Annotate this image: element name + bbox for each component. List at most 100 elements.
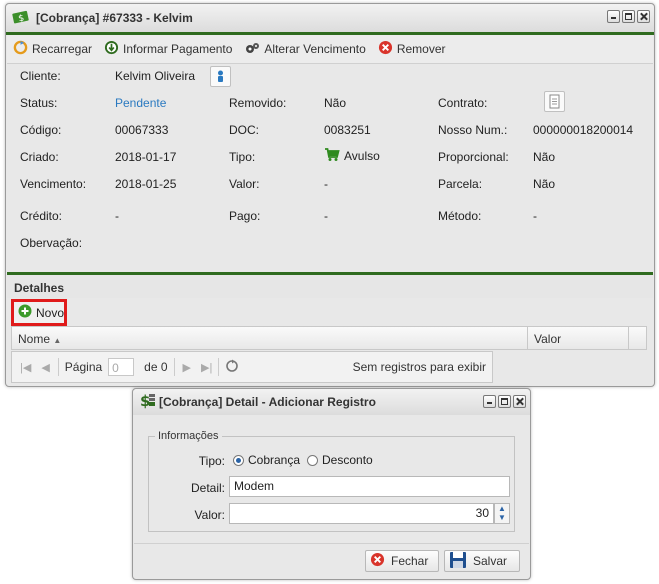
prev-page-icon[interactable]: ◀: [41, 361, 49, 374]
fechar-label: Fechar: [391, 554, 429, 568]
pago-label: Pago:: [229, 209, 261, 223]
document-icon[interactable]: [544, 91, 565, 112]
removido-value: Não: [324, 96, 347, 110]
money-icon: $: [12, 10, 30, 27]
proporcional-label: Proporcional:: [438, 150, 509, 164]
status-value[interactable]: Pendente: [115, 96, 166, 110]
cliente-label: Cliente:: [20, 69, 61, 83]
maximize-button[interactable]: [622, 10, 635, 23]
observacao-label: Obervação:: [20, 236, 83, 250]
page-label: Página: [64, 360, 103, 374]
dialog-maximize-button[interactable]: [498, 395, 511, 408]
parcela-value: Não: [533, 177, 556, 191]
spin-down-icon[interactable]: ▼: [498, 513, 506, 522]
vencimento-label: Vencimento:: [20, 177, 87, 191]
save-icon: [449, 551, 467, 572]
column-header-nome[interactable]: Nome ▲: [18, 327, 61, 349]
close-button[interactable]: [637, 10, 650, 23]
remove-label: Remover: [396, 42, 446, 56]
last-page-icon[interactable]: ▶|: [201, 361, 212, 374]
parcela-label: Parcela:: [438, 177, 483, 191]
salvar-label: Salvar: [473, 554, 508, 568]
radio-cobranca[interactable]: Cobrança: [233, 453, 300, 467]
next-page-icon[interactable]: ▶: [183, 361, 191, 374]
vencimento-value: 2018-01-25: [115, 177, 177, 191]
tipo-label: Tipo:: [229, 150, 256, 164]
inform-payment-label: Informar Pagamento: [123, 42, 233, 56]
credito-label: Crédito:: [20, 209, 63, 223]
reload-label: Recarregar: [32, 42, 93, 56]
dialog-close-button[interactable]: [513, 395, 526, 408]
inform-payment-button[interactable]: Informar Pagamento: [98, 40, 238, 58]
spin-up-icon[interactable]: ▲: [498, 504, 506, 513]
valor-value: -: [324, 177, 328, 191]
valor-label: Valor:: [194, 508, 225, 522]
pago-value: -: [324, 209, 328, 223]
column-header-valor[interactable]: Valor: [534, 327, 561, 349]
valor-input[interactable]: 30: [229, 503, 494, 524]
details-pager: |◀ ◀ Página 0 de 0 ▶ ▶| Sem registros pa…: [11, 351, 493, 383]
fechar-button[interactable]: Fechar: [365, 550, 439, 572]
reload-button[interactable]: Recarregar: [7, 40, 98, 58]
gears-icon: [244, 41, 260, 58]
valor-label: Valor:: [229, 177, 260, 191]
user-icon[interactable]: [210, 66, 231, 87]
page-number-input[interactable]: 0: [108, 358, 135, 376]
metodo-value: -: [533, 209, 537, 223]
metodo-label: Método:: [438, 209, 482, 223]
main-window-titlebar[interactable]: $ [Cobrança] #67333 - Kelvim: [6, 4, 654, 35]
doc-label: DOC:: [229, 123, 259, 137]
valor-spinner[interactable]: ▲ ▼: [494, 503, 510, 524]
doc-value: 0083251: [324, 123, 371, 137]
codigo-label: Código:: [20, 123, 62, 137]
radio-desconto-label: Desconto: [322, 453, 373, 467]
pager-status: Sem registros para exibir: [352, 360, 486, 374]
money-bag-icon: $: [139, 392, 156, 412]
dialog-titlebar[interactable]: $ [Cobrança] Detail - Adicionar Registro: [133, 389, 530, 415]
informacoes-legend: Informações: [158, 430, 219, 442]
main-window: $ [Cobrança] #67333 - Kelvim Recarregar …: [5, 3, 655, 387]
radio-desconto[interactable]: Desconto: [307, 453, 373, 467]
add-icon: [18, 304, 32, 321]
toolbar: Recarregar Informar Pagamento Alterar Ve…: [7, 35, 653, 64]
salvar-button[interactable]: Salvar: [444, 550, 520, 572]
sort-asc-icon: ▲: [53, 336, 62, 345]
dialog-minimize-button[interactable]: [483, 395, 496, 408]
radio-desconto-icon[interactable]: [307, 454, 318, 466]
removido-label: Removido:: [229, 96, 287, 110]
codigo-value: 00067333: [115, 123, 169, 137]
refresh-icon[interactable]: [225, 359, 239, 376]
contrato-label: Contrato:: [438, 96, 488, 110]
download-icon: [104, 40, 119, 58]
radio-cobranca-icon[interactable]: [233, 454, 244, 466]
new-detail-label: Novo: [36, 305, 65, 320]
remove-button[interactable]: Remover: [372, 40, 452, 58]
svg-text:$: $: [140, 392, 150, 409]
cancel-icon: [370, 552, 385, 570]
criado-label: Criado:: [20, 150, 59, 164]
tipo-value-wrap: Avulso: [324, 147, 380, 165]
detail-label: Detail:: [190, 481, 225, 495]
nosso-num-value: 000000018200014: [533, 123, 634, 137]
minimize-button[interactable]: [607, 10, 620, 23]
change-due-date-label: Alterar Vencimento: [264, 42, 366, 56]
credito-value: -: [115, 209, 119, 223]
dialog-title: [Cobrança] Detail - Adicionar Registro: [159, 395, 376, 409]
detail-input[interactable]: Modem: [229, 476, 510, 497]
cliente-value: Kelvim Oliveira: [115, 69, 196, 83]
window-title: [Cobrança] #67333 - Kelvim: [36, 11, 193, 25]
page-count-label: de 0: [144, 360, 168, 374]
new-detail-button[interactable]: Novo: [11, 299, 67, 326]
details-panel-header: Detalhes: [7, 272, 653, 298]
first-page-icon[interactable]: |◀: [20, 361, 31, 374]
tipo-value: Avulso: [344, 149, 380, 163]
proporcional-value: Não: [533, 150, 556, 164]
add-record-dialog: $ [Cobrança] Detail - Adicionar Registro…: [132, 388, 531, 580]
remove-icon: [378, 40, 393, 58]
cart-icon: [324, 147, 340, 165]
radio-cobranca-label: Cobrança: [248, 453, 301, 467]
change-due-date-button[interactable]: Alterar Vencimento: [238, 41, 371, 58]
tipo-label: Tipo:: [198, 454, 225, 468]
criado-value: 2018-01-17: [115, 150, 177, 164]
details-grid-header: Nome ▲ Valor: [11, 326, 647, 350]
